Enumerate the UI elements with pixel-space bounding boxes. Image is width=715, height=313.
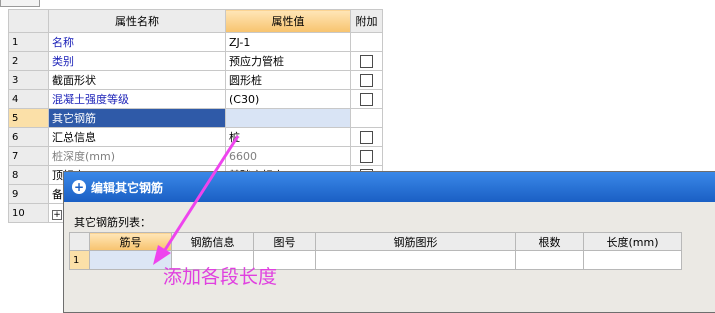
- annotation-arrow: [153, 135, 240, 265]
- arrow-shaft: [161, 135, 240, 254]
- annotation-text: 添加各段长度: [163, 266, 278, 288]
